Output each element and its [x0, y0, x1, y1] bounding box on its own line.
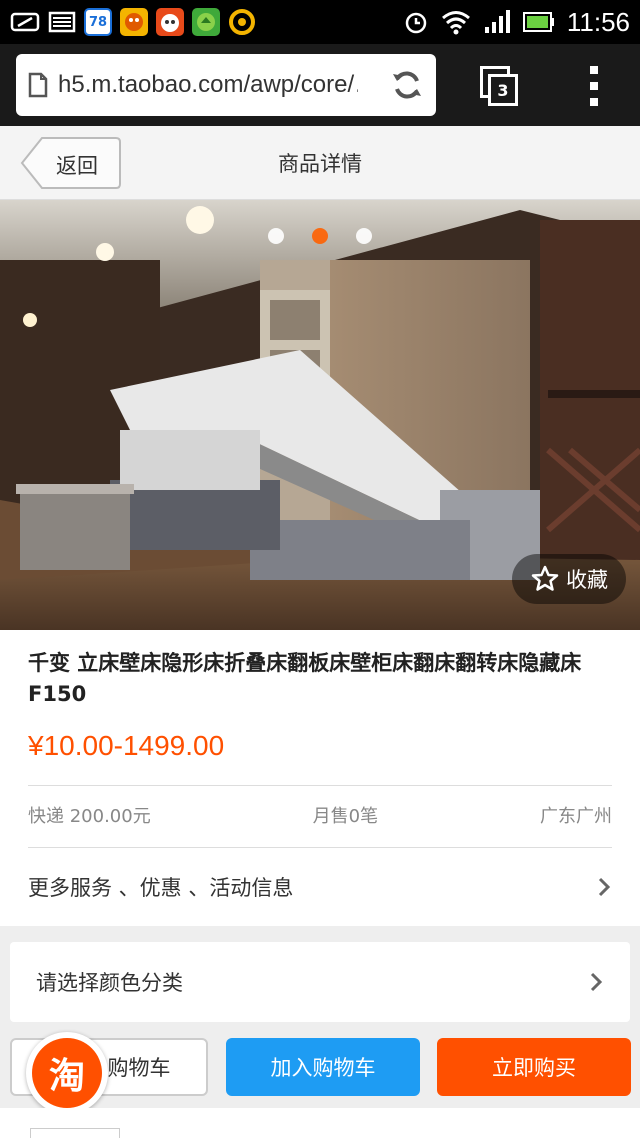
game-icon-2 [156, 8, 184, 36]
address-bar[interactable]: h5.m.taobao.com/awp/core/… [16, 54, 436, 116]
gallery-dot-1[interactable] [268, 228, 284, 244]
more-services-label: 更多服务 、优惠 、活动信息 [28, 876, 294, 900]
gallery-dot-2[interactable] [312, 228, 328, 244]
product-meta: 快递 200.00元 月售0笔 广东广州 [28, 802, 612, 828]
product-info: 千变 立床壁床隐形床折叠床翻板床壁柜床翻床翻转床隐藏床 F150 ¥10.00-… [0, 630, 640, 926]
shipping-fee: 快递 200.00元 [28, 806, 151, 827]
gallery-dots [268, 228, 372, 244]
screen: 78 11:56 h5.m.taobao.com/awp/core/… 3 返回… [0, 0, 640, 1138]
taobao-logo: 淘 [32, 1038, 102, 1108]
wifi-icon [441, 11, 470, 35]
page-title: 商品详情 [278, 152, 362, 176]
divider [28, 785, 612, 786]
product-title: 千变 立床壁床隐形床折叠床翻板床壁柜床翻床翻转床隐藏床 F150 [28, 651, 582, 706]
badge-number: 78 [88, 14, 108, 30]
game-icon-3 [192, 8, 220, 36]
color-select-row[interactable]: 请选择颜色分类 [10, 942, 630, 1022]
mail-icon [48, 11, 76, 33]
url-text: h5.m.taobao.com/awp/core/… [58, 71, 358, 98]
chevron-right-icon [590, 972, 603, 992]
monthly-sales: 月售0笔 [312, 806, 379, 827]
signal-icon [484, 10, 510, 33]
buy-now-label: 立即购买 [492, 1056, 576, 1080]
add-to-cart-button[interactable]: 加入购物车 [226, 1038, 420, 1096]
link-icon [10, 12, 40, 32]
product-gallery[interactable]: 收藏 [0, 200, 640, 630]
reload-icon[interactable] [390, 68, 424, 102]
favorite-button[interactable]: 收藏 [512, 554, 626, 604]
notification-icons: 78 [10, 8, 256, 36]
system-icons: 11:56 [403, 7, 630, 38]
ship-from-location: 广东广州 [539, 806, 612, 827]
clock: 11:56 [566, 6, 630, 37]
favorite-label: 收藏 [566, 568, 608, 592]
browser-toolbar: h5.m.taobao.com/awp/core/… 3 [0, 44, 640, 126]
product-price: ¥10.00-1499.00 [28, 730, 225, 761]
taobao-logo-button[interactable]: 淘 [26, 1032, 108, 1114]
add-to-cart-label: 加入购物车 [270, 1056, 376, 1080]
alarm-icon [405, 12, 427, 34]
page-icon [28, 72, 48, 98]
cart-label: 购物车 [107, 1056, 171, 1080]
chevron-right-icon [598, 877, 611, 897]
status-bar: 78 11:56 [0, 0, 640, 44]
overflow-menu-icon[interactable] [588, 66, 600, 106]
qq-browser-icon [228, 8, 256, 36]
star-icon [531, 565, 559, 591]
tab-count: 3 [488, 74, 518, 106]
buy-now-button[interactable]: 立即购买 [437, 1038, 631, 1096]
tabs-button[interactable]: 3 [480, 66, 520, 106]
game-icon-1 [120, 8, 148, 36]
battery-icon [522, 12, 554, 32]
badge-icon: 78 [84, 8, 112, 36]
bottom-strip [0, 1108, 640, 1138]
more-services-row[interactable]: 更多服务 、优惠 、活动信息 [0, 848, 640, 926]
gallery-dot-3[interactable] [356, 228, 372, 244]
page-header: 返回 商品详情 [0, 126, 640, 200]
color-select-label: 请选择颜色分类 [36, 971, 183, 995]
